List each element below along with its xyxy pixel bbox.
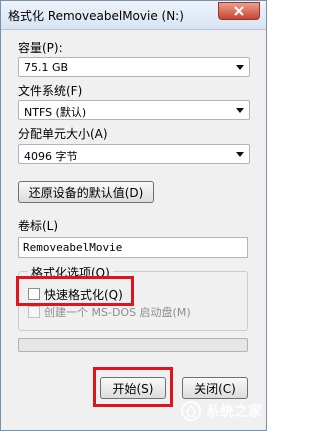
close-icon (234, 6, 244, 16)
watermark-logo-icon (181, 401, 201, 421)
allocation-value: 4096 字节 (24, 150, 78, 163)
chevron-down-icon (236, 65, 244, 70)
restore-defaults-button[interactable]: 还原设备的默认值(D) (18, 181, 154, 203)
close-button[interactable]: 关闭(C) (182, 377, 248, 399)
window-close-button[interactable] (218, 2, 260, 20)
watermark-text: 系统之家 (206, 404, 262, 420)
chevron-down-icon (236, 108, 244, 113)
capacity-label: 容量(P): (18, 41, 63, 55)
format-progress-bar (18, 338, 248, 352)
msdos-label: 创建一个 MS-DOS 启动盘(M) (44, 306, 191, 319)
window-title: 格式化 RemoveabelMovie (N:) (8, 9, 184, 23)
volume-field[interactable] (18, 237, 248, 258)
chevron-down-icon (236, 152, 244, 157)
allocation-select[interactable]: 4096 字节 (18, 144, 250, 164)
title-bar[interactable]: 格式化 RemoveabelMovie (N:) (1, 1, 266, 30)
capacity-select[interactable]: 75.1 GB (18, 57, 250, 77)
allocation-label: 分配单元大小(A) (18, 127, 108, 141)
volume-label: 卷标(L) (18, 219, 59, 233)
filesystem-value: NTFS (默认) (24, 106, 87, 119)
filesystem-label: 文件系统(F) (18, 84, 83, 98)
quick-format-highlight (16, 276, 134, 306)
start-button-highlight (93, 367, 173, 407)
watermark: 系统之家 (180, 400, 262, 422)
msdos-checkbox[interactable] (28, 306, 40, 318)
capacity-value: 75.1 GB (24, 61, 69, 74)
filesystem-select[interactable]: NTFS (默认) (18, 100, 250, 120)
volume-input[interactable] (19, 238, 243, 256)
format-dialog: 格式化 RemoveabelMovie (N:) 容量(P): 75.1 GB … (0, 0, 267, 431)
